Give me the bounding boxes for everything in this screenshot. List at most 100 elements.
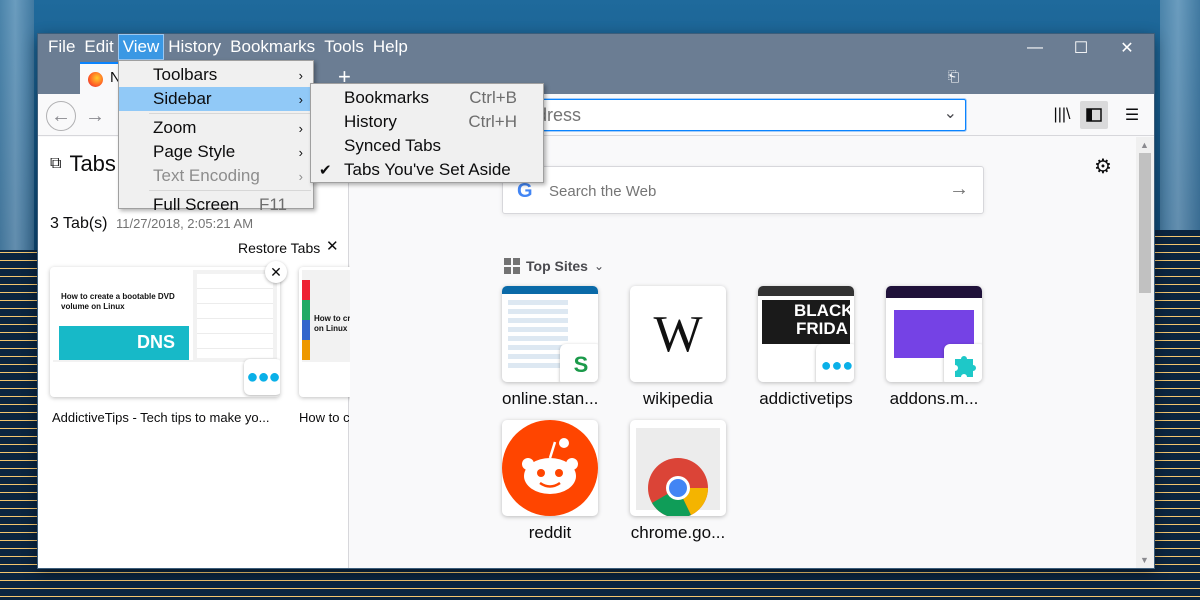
menu-accelerator: Ctrl+B	[469, 88, 517, 107]
site-label: wikipedia	[643, 389, 713, 408]
top-sites-header[interactable]: Top Sites ⌄	[504, 258, 604, 274]
close-icon[interactable]: ✕	[265, 261, 287, 283]
menu-label: Full Screen	[153, 195, 239, 214]
menu-label: Tabs You've Set Aside	[344, 160, 511, 179]
scroll-down-icon[interactable]: ▼	[1140, 555, 1149, 565]
address-bar[interactable]: ⌄	[508, 99, 966, 131]
chevron-right-icon: ›	[298, 67, 303, 83]
sidebar-menu-history[interactable]: History Ctrl+H	[311, 110, 543, 134]
close-icon[interactable]: ✕	[326, 237, 339, 255]
wikipedia-icon: W	[653, 305, 703, 363]
arrow-left-icon: ←	[51, 104, 71, 127]
sidebar-icon	[1086, 108, 1102, 122]
top-site[interactable]: S online.stan...	[502, 286, 598, 409]
sidebar-header: ⧉ Tabs	[50, 151, 116, 177]
menu-bookmarks[interactable]: Bookmarks	[226, 35, 319, 59]
city-lights	[0, 250, 38, 600]
restore-tabs-link[interactable]: Restore Tabs	[238, 240, 320, 256]
site-label: addons.m...	[889, 389, 979, 408]
site-badge	[944, 344, 982, 382]
city-lights	[0, 568, 1200, 600]
menu-bar: File Edit View History Bookmarks Tools H…	[38, 34, 413, 60]
view-menu-toolbars[interactable]: Toolbars ›	[119, 63, 313, 87]
sidebar-submenu: Bookmarks Ctrl+B History Ctrl+H Synced Tab…	[310, 83, 544, 183]
timestamp: 11/27/2018, 2:05:21 AM	[115, 216, 254, 231]
site-tile[interactable]: S	[502, 286, 598, 382]
menu-label: Zoom	[153, 118, 197, 137]
browser-tab[interactable]: N	[80, 62, 121, 94]
site-label: addictivetips	[759, 389, 853, 408]
set-aside-tabs-icon[interactable]: ⎗	[948, 68, 966, 86]
view-menu-full-screen[interactable]: Full Screen F11	[119, 193, 313, 217]
top-sites-label: Top Sites	[526, 258, 588, 274]
site-tile[interactable]	[886, 286, 982, 382]
menu-label: Bookmarks	[344, 88, 430, 107]
site-label: online.stan...	[502, 389, 599, 408]
scroll-up-icon[interactable]: ▲	[1140, 140, 1149, 150]
arrow-right-icon: →	[85, 104, 105, 127]
site-tile[interactable]	[630, 420, 726, 516]
menu-label: Sidebar	[153, 89, 212, 108]
web-search-box[interactable]: G →	[502, 166, 984, 214]
tab-thumbnail: How to create a bootable DVD volume on L…	[53, 270, 277, 362]
grid-icon	[504, 258, 520, 274]
google-icon: G	[517, 180, 533, 202]
scrollbar-thumb[interactable]	[1139, 153, 1151, 293]
back-button[interactable]: ←	[46, 101, 76, 131]
site-banner: BLACK FRIDA	[762, 300, 854, 344]
menu-history[interactable]: History	[164, 35, 225, 59]
thumbnail-headline: How to create a bootable DVD volume on L…	[61, 292, 175, 311]
view-menu-sidebar[interactable]: Sidebar ›	[119, 87, 313, 111]
menu-label: Toolbars	[153, 65, 218, 84]
forward-button[interactable]: →	[80, 101, 110, 131]
site-badge: ●●●	[816, 344, 854, 382]
menu-label: Text Encoding	[153, 166, 260, 185]
chevron-down-icon: ⌄	[593, 259, 605, 273]
scrollbar[interactable]: ▲ ▼	[1136, 137, 1154, 568]
maximize-button[interactable]: ☐	[1058, 34, 1104, 62]
site-tile[interactable]: BLACK FRIDA ●●●	[758, 286, 854, 382]
site-label: chrome.go...	[630, 523, 726, 542]
sidebar-toggle-icon[interactable]	[1080, 101, 1108, 129]
close-button[interactable]: ✕	[1104, 34, 1150, 62]
top-site[interactable]: BLACK FRIDA ●●● addictivetips	[758, 286, 854, 409]
view-menu-zoom[interactable]: Zoom ›	[119, 116, 313, 140]
sidebar-menu-tabs-set-aside[interactable]: ✔ Tabs You've Set Aside	[311, 158, 543, 182]
library-icon[interactable]: |||\	[1048, 101, 1076, 129]
checkmark-icon: ✔	[319, 162, 332, 179]
minimize-button[interactable]: —	[1012, 34, 1058, 62]
sidebar-menu-synced-tabs[interactable]: Synced Tabs	[311, 134, 543, 158]
top-site[interactable]: addons.m...	[886, 286, 982, 409]
menu-view[interactable]: View	[117, 34, 165, 60]
menu-file[interactable]: File	[44, 35, 79, 59]
top-site[interactable]: W wikipedia	[630, 286, 726, 409]
sidebar-menu-bookmarks[interactable]: Bookmarks Ctrl+B	[311, 86, 543, 110]
view-menu-page-style[interactable]: Page Style ›	[119, 140, 313, 164]
firefox-icon	[88, 72, 103, 87]
tab-card[interactable]: How to create a bootable DVD volume on L…	[50, 267, 280, 397]
menu-edit[interactable]: Edit	[80, 35, 117, 59]
chevron-right-icon: ›	[298, 120, 303, 136]
more-options-icon[interactable]: ●●●	[244, 359, 280, 395]
menu-help[interactable]: Help	[369, 35, 412, 59]
site-label: reddit	[528, 523, 572, 542]
menu-tools[interactable]: Tools	[320, 35, 368, 59]
hamburger-menu-icon[interactable]: ☰	[1118, 101, 1146, 129]
gear-icon[interactable]: ⚙	[1094, 154, 1112, 179]
site-tile[interactable]	[502, 420, 598, 516]
chevron-down-icon[interactable]: ⌄	[944, 103, 957, 123]
search-input[interactable]	[549, 180, 909, 202]
url-input[interactable]	[517, 104, 897, 126]
top-site[interactable]: reddit	[502, 420, 598, 543]
menu-label: Synced Tabs	[344, 136, 442, 155]
menu-separator	[149, 113, 311, 114]
top-site[interactable]: chrome.go...	[630, 420, 726, 543]
tab-card-title: AddictiveTips - Tech tips to make yo...	[52, 410, 270, 425]
arrow-right-icon[interactable]: →	[949, 178, 969, 201]
standard-chartered-icon: S	[573, 352, 589, 377]
city-lights	[1154, 230, 1200, 600]
site-tile[interactable]: W	[630, 286, 726, 382]
tabs-icon: ⧉	[50, 155, 62, 172]
chevron-right-icon: ›	[298, 168, 303, 184]
chrome-icon	[648, 458, 708, 516]
